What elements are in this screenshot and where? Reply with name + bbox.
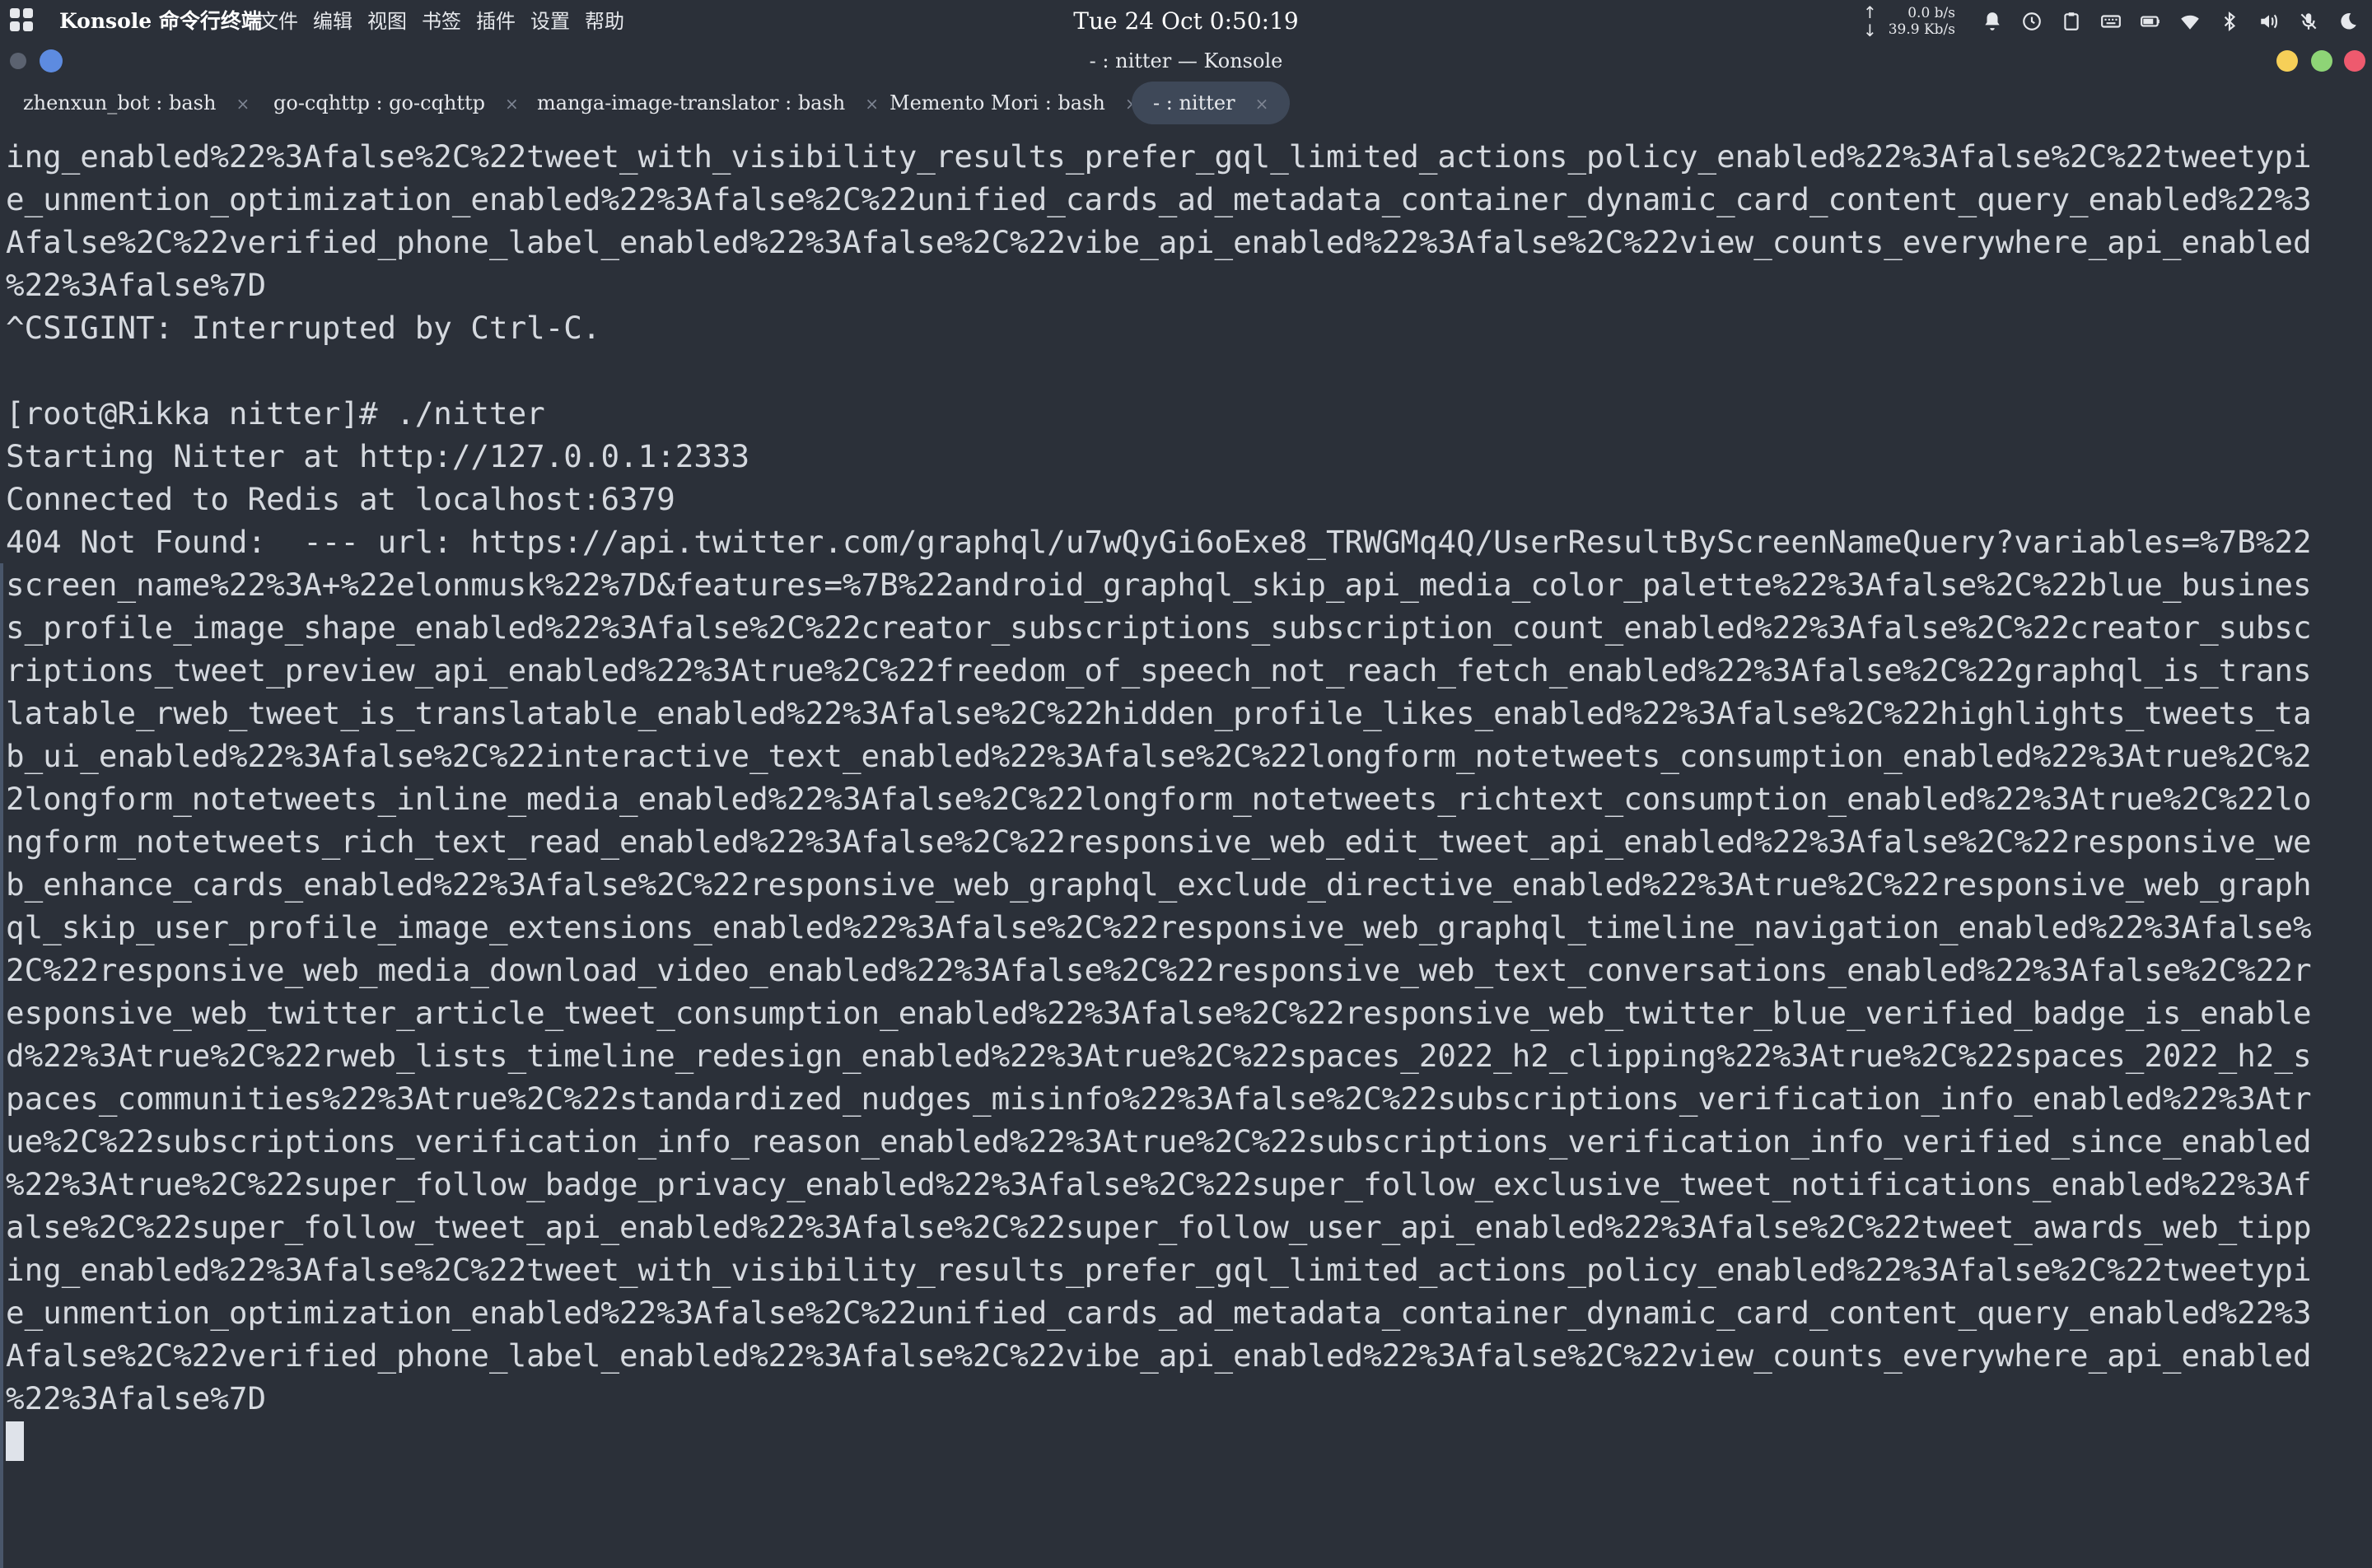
tab-nitter[interactable]: - : nitter ×	[1132, 82, 1291, 125]
close-button[interactable]	[2344, 50, 2365, 72]
tab-label: zhenxun_bot : bash	[23, 91, 217, 114]
tab-label: go-cqhttp : go-cqhttp	[273, 91, 486, 114]
terminal-line: b_enhance_cards_enabled%22%3Afalse%2C%22…	[6, 866, 2312, 903]
terminal-line: ue%2C%22subscriptions_verification_info_…	[6, 1123, 2312, 1160]
window-menu-icon[interactable]	[40, 49, 63, 72]
battery-icon[interactable]	[2140, 11, 2161, 32]
clipboard-icon[interactable]	[2061, 11, 2082, 32]
terminal-line: d%22%3Atrue%2C%22rweb_lists_timeline_red…	[6, 1038, 2312, 1074]
global-menu: 文件 编辑 视图 书签 插件 设置 帮助	[259, 0, 639, 43]
terminal-line: alse%2C%22super_follow_tweet_api_enabled…	[6, 1209, 2312, 1245]
bluetooth-icon[interactable]	[2219, 11, 2240, 32]
terminal-line: 2C%22responsive_web_media_download_video…	[6, 952, 2312, 988]
tab-bar: zhenxun_bot : bash × go-cqhttp : go-cqhtt…	[0, 79, 2372, 127]
terminal-line: ing_enabled%22%3Afalse%2C%22tweet_with_v…	[6, 138, 2312, 175]
pin-icon[interactable]	[10, 53, 26, 69]
terminal-line: Afalse%2C%22verified_phone_label_enabled…	[6, 1337, 2312, 1374]
bell-icon[interactable]	[1982, 11, 2003, 32]
menu-plugins[interactable]: 插件	[476, 0, 516, 43]
tab-close-icon[interactable]: ×	[236, 80, 250, 128]
menu-edit[interactable]: 编辑	[313, 0, 353, 43]
network-speed-monitor[interactable]: ↑ ↓ 0.0 b/s 39.9 Kb/s	[1863, 3, 1962, 40]
tab-memento-mori[interactable]: Memento Mori : bash×	[890, 79, 1139, 127]
volume-icon[interactable]	[2258, 11, 2280, 32]
maximize-button[interactable]	[2311, 50, 2332, 72]
tab-label: Memento Mori : bash	[890, 91, 1105, 114]
app-launcher-icon[interactable]	[10, 8, 33, 31]
upload-arrow-icon: ↑	[1863, 2, 1877, 22]
terminal-line: %22%3Afalse%7D	[6, 1380, 267, 1416]
tab-close-icon[interactable]: ×	[505, 80, 519, 128]
terminal-line: %22%3Afalse%7D	[6, 267, 267, 303]
clock[interactable]: Tue 24 Oct 0:50:19	[1071, 0, 1301, 43]
terminal-line: e_unmention_optimization_enabled%22%3Afa…	[6, 181, 2312, 217]
terminal-line: ngform_notetweets_rich_text_read_enabled…	[6, 824, 2312, 860]
tab-zhenxun-bot[interactable]: zhenxun_bot : bash ×	[23, 79, 250, 127]
terminal-line: [root@Rikka nitter]# ./nitter	[6, 395, 545, 432]
scroll-marker	[0, 563, 3, 1568]
terminal-line: latable_rweb_tweet_is_translatable_enabl…	[6, 695, 2312, 731]
menu-bookmarks[interactable]: 书签	[422, 0, 461, 43]
terminal-line: ^CSIGINT: Interrupted by Ctrl-C.	[6, 310, 601, 346]
text-cursor	[6, 1421, 24, 1461]
menu-help[interactable]: 帮助	[585, 0, 624, 43]
terminal-line: ing_enabled%22%3Afalse%2C%22tweet_with_v…	[6, 1252, 2312, 1288]
moon-icon[interactable]	[2337, 11, 2359, 32]
keyboard-icon[interactable]	[2100, 11, 2122, 32]
terminal-line: 2longform_notetweets_inline_media_enable…	[6, 781, 2312, 817]
terminal-line: e_unmention_optimization_enabled%22%3Afa…	[6, 1295, 2312, 1331]
system-tray	[1982, 0, 2372, 43]
menu-settings[interactable]: 设置	[530, 0, 570, 43]
top-panel: Konsole 命令行终端 文件 编辑 视图 书签 插件 设置 帮助 Tue 2…	[0, 0, 2372, 43]
window-title: - : nitter — Konsole	[1089, 49, 1283, 72]
upload-speed: 0.0 b/s	[1907, 5, 1955, 21]
terminal-line: ql_skip_user_profile_image_extensions_en…	[6, 909, 2312, 945]
download-arrow-icon: ↓	[1863, 21, 1877, 40]
tab-go-cqhttp[interactable]: go-cqhttp : go-cqhttp ×	[273, 79, 519, 127]
terminal-view[interactable]: ing_enabled%22%3Afalse%2C%22tweet_with_v…	[0, 135, 2372, 1568]
terminal-line: screen_name%22%3A+%22elonmusk%22%7D&feat…	[6, 567, 2312, 603]
tab-close-icon[interactable]: ×	[1255, 82, 1269, 125]
tab-label: - : nitter	[1153, 91, 1235, 114]
microphone-muted-icon[interactable]	[2298, 11, 2319, 32]
terminal-line: Starting Nitter at http://127.0.0.1:2333	[6, 438, 750, 474]
menu-file[interactable]: 文件	[259, 0, 298, 43]
terminal-line: esponsive_web_twitter_article_tweet_cons…	[6, 995, 2312, 1031]
tab-label: manga-image-translator : bash	[537, 91, 846, 114]
terminal-line: 404 Not Found: --- url: https://api.twit…	[6, 524, 2312, 560]
active-app-name[interactable]: Konsole 命令行终端	[59, 0, 262, 43]
download-speed: 39.9 Kb/s	[1888, 21, 1955, 38]
menu-view[interactable]: 视图	[367, 0, 407, 43]
terminal-line: paces_communities%22%3Atrue%2C%22standar…	[6, 1080, 2312, 1117]
clock-icon[interactable]	[2021, 11, 2043, 32]
terminal-line: riptions_tweet_preview_api_enabled%22%3A…	[6, 652, 2312, 688]
terminal-line: Afalse%2C%22verified_phone_label_enabled…	[6, 224, 2312, 260]
tab-manga-image-translator[interactable]: manga-image-translator : bash ×	[537, 79, 879, 127]
terminal-line: b_ui_enabled%22%3Afalse%2C%22interactive…	[6, 738, 2312, 774]
terminal-line: s_profile_image_shape_enabled%22%3Afalse…	[6, 609, 2312, 646]
minimize-button[interactable]	[2276, 50, 2298, 72]
tab-close-icon[interactable]: ×	[865, 80, 879, 128]
terminal-line: Connected to Redis at localhost:6379	[6, 481, 675, 517]
terminal-line: %22%3Atrue%2C%22super_follow_badge_priva…	[6, 1166, 2312, 1202]
wifi-icon[interactable]	[2179, 11, 2201, 32]
window-titlebar[interactable]: - : nitter — Konsole	[0, 43, 2372, 79]
